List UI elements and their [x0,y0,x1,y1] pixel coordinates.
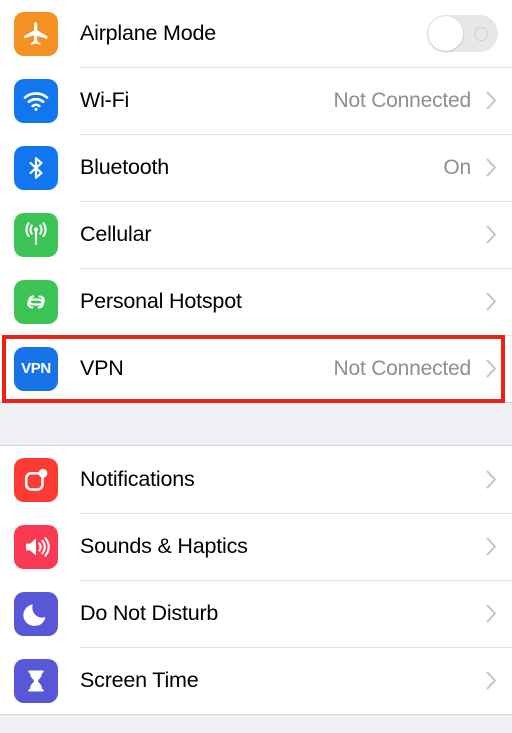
airplane-icon [14,11,58,56]
settings-row-label: Bluetooth [80,155,170,179]
settings-row-label: Cellular [80,222,152,246]
chevron-right-icon [485,670,498,692]
settings-row-label: Wi-Fi [80,88,130,112]
personal-hotspot-icon [14,279,58,324]
settings-row-screen-time[interactable]: Screen Time [0,647,512,714]
settings-row-label: Screen Time [80,668,199,692]
bottom-section-gap [0,714,512,731]
chevron-right-icon [485,536,498,558]
settings-row-label: Sounds & Haptics [80,534,248,558]
chevron-right-icon [485,358,498,380]
settings-row-vpn[interactable]: VPN VPN Not Connected [0,335,512,402]
vpn-icon-label: VPN [21,360,51,377]
vpn-icon: VPN [14,346,58,391]
speaker-icon [14,524,58,569]
wifi-icon [14,78,58,123]
section-gap [0,402,512,446]
settings-row-bluetooth[interactable]: Bluetooth On [0,134,512,201]
settings-row-label: Do Not Disturb [80,601,219,625]
settings-row-label: Personal Hotspot [80,289,242,313]
settings-row-value: Not Connected [333,88,472,112]
chevron-right-icon [485,469,498,491]
settings-group-system: Notifications Sounds & Haptics Do Not Di… [0,446,512,714]
settings-row-label: Airplane Mode [80,21,217,45]
settings-row-value: On [443,155,471,179]
settings-row-label: Notifications [80,467,195,491]
chevron-right-icon [485,90,498,112]
bluetooth-icon [14,145,58,190]
toggle-off-mark-icon [474,26,488,41]
settings-row-personal-hotspot[interactable]: Personal Hotspot [0,268,512,335]
hourglass-icon [14,658,58,703]
settings-row-wifi[interactable]: Wi-Fi Not Connected [0,67,512,134]
airplane-mode-toggle[interactable] [427,15,498,52]
chevron-right-icon [485,224,498,246]
settings-row-label: VPN [80,356,124,380]
settings-row-value: Not Connected [333,356,472,380]
chevron-right-icon [485,603,498,625]
chevron-right-icon [485,291,498,313]
notifications-icon [14,457,58,502]
settings-row-notifications[interactable]: Notifications [0,446,512,513]
settings-row-cellular[interactable]: Cellular [0,201,512,268]
settings-row-do-not-disturb[interactable]: Do Not Disturb [0,580,512,647]
settings-row-airplane-mode[interactable]: Airplane Mode [0,0,512,67]
toggle-knob[interactable] [428,16,463,51]
moon-icon [14,591,58,636]
settings-screen: Airplane Mode Wi-Fi Not Connected Blueto… [0,0,512,733]
chevron-right-icon [485,157,498,179]
settings-row-sounds-haptics[interactable]: Sounds & Haptics [0,513,512,580]
settings-group-connectivity: Airplane Mode Wi-Fi Not Connected Blueto… [0,0,512,402]
cellular-icon [14,212,58,257]
